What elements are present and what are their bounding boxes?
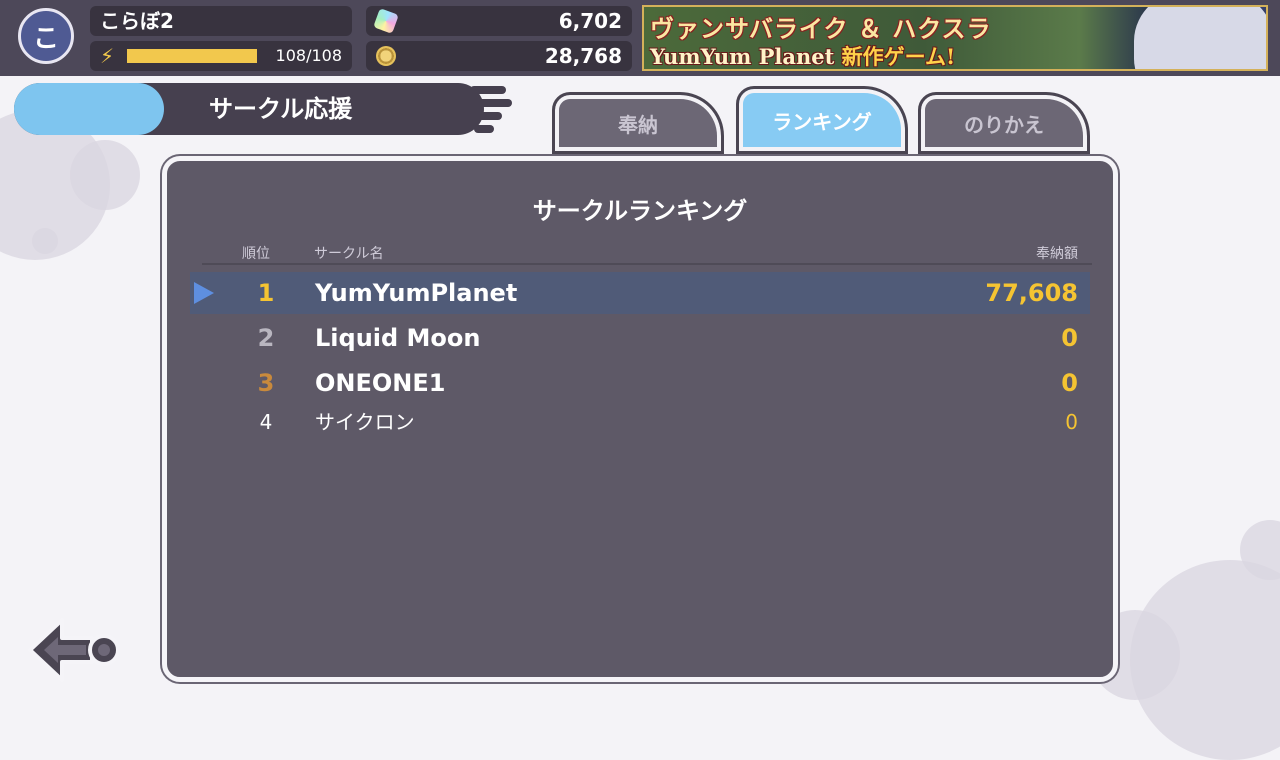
page-heading: サークル応援 xyxy=(14,83,484,135)
ranking-row[interactable]: 4 サイクロン 0 xyxy=(190,401,1090,443)
row-circle-name: Liquid Moon xyxy=(315,324,481,352)
banner-subline: YumYum Planet 新作ゲーム! xyxy=(650,41,956,69)
page-title: サークル応援 xyxy=(209,95,353,123)
banner-character-art xyxy=(1134,7,1266,69)
banner-game-name: YumYum Planet xyxy=(650,44,835,69)
promo-banner[interactable]: ヴァンサバライク ＆ ハクスラ YumYum Planet 新作ゲーム! xyxy=(642,5,1268,71)
ranking-panel: サークルランキング 順位 サークル名 奉納額 1 YumYumPlanet 77… xyxy=(162,156,1118,682)
stamina-text: 108/108 xyxy=(275,46,342,65)
speed-line-decoration xyxy=(454,99,512,107)
gem-icon xyxy=(373,8,399,34)
ranking-row[interactable]: 3 ONEONE1 0 xyxy=(190,362,1090,404)
speed-line-decoration xyxy=(470,86,506,94)
top-status-bar: こ こらぼ2 ⚡ 108/108 6,702 28,768 ヴァンサバライク ＆… xyxy=(0,0,1280,76)
back-button[interactable] xyxy=(24,612,124,688)
stamina-bar-fill xyxy=(127,49,257,63)
row-circle-name: サイクロン xyxy=(315,410,415,434)
column-header-amount: 奉納額 xyxy=(1036,246,1078,262)
row-amount: 0 xyxy=(1061,369,1078,397)
row-amount: 0 xyxy=(1065,410,1078,434)
bg-blob xyxy=(32,228,58,254)
row-rank: 1 xyxy=(257,279,275,307)
lightning-icon: ⚡ xyxy=(100,44,115,68)
stamina-display: ⚡ 108/108 xyxy=(90,41,352,71)
player-name: こらぼ2 xyxy=(90,6,352,36)
row-rank: 3 xyxy=(257,369,275,397)
heading-accent xyxy=(14,83,164,135)
row-amount: 0 xyxy=(1061,324,1078,352)
row-rank: 4 xyxy=(259,410,273,434)
selection-arrow-icon xyxy=(194,282,214,304)
tab-switch[interactable]: のりかえ xyxy=(918,92,1090,154)
coin-count: 28,768 xyxy=(544,44,622,68)
ranking-row[interactable]: 2 Liquid Moon 0 xyxy=(190,317,1090,359)
ranking-row[interactable]: 1 YumYumPlanet 77,608 xyxy=(190,272,1090,314)
row-circle-name: ONEONE1 xyxy=(315,369,446,397)
banner-headline: ヴァンサバライク ＆ ハクスラ xyxy=(650,15,992,43)
tab-ranking[interactable]: ランキング xyxy=(736,86,908,154)
gem-count: 6,702 xyxy=(558,9,622,33)
banner-new-game-label: 新作ゲーム! xyxy=(841,44,956,69)
bg-blob xyxy=(70,140,140,210)
ranking-title: サークルランキング xyxy=(532,197,748,225)
column-header-rank: 順位 xyxy=(242,246,270,262)
row-amount: 77,608 xyxy=(985,279,1078,307)
player-avatar[interactable]: こ xyxy=(18,8,74,64)
tab-offering[interactable]: 奉納 xyxy=(552,92,724,154)
coin-icon xyxy=(376,46,396,66)
stamina-bar xyxy=(127,49,257,63)
back-arrow-icon xyxy=(28,618,120,682)
row-rank: 2 xyxy=(257,324,275,352)
speed-line-decoration xyxy=(474,125,494,133)
column-header-name: サークル名 xyxy=(314,246,384,262)
coin-counter[interactable]: 28,768 xyxy=(366,41,632,71)
row-circle-name: YumYumPlanet xyxy=(315,279,518,307)
header-divider xyxy=(202,263,1092,265)
speed-line-decoration xyxy=(462,112,502,120)
gem-counter[interactable]: 6,702 xyxy=(366,6,632,36)
